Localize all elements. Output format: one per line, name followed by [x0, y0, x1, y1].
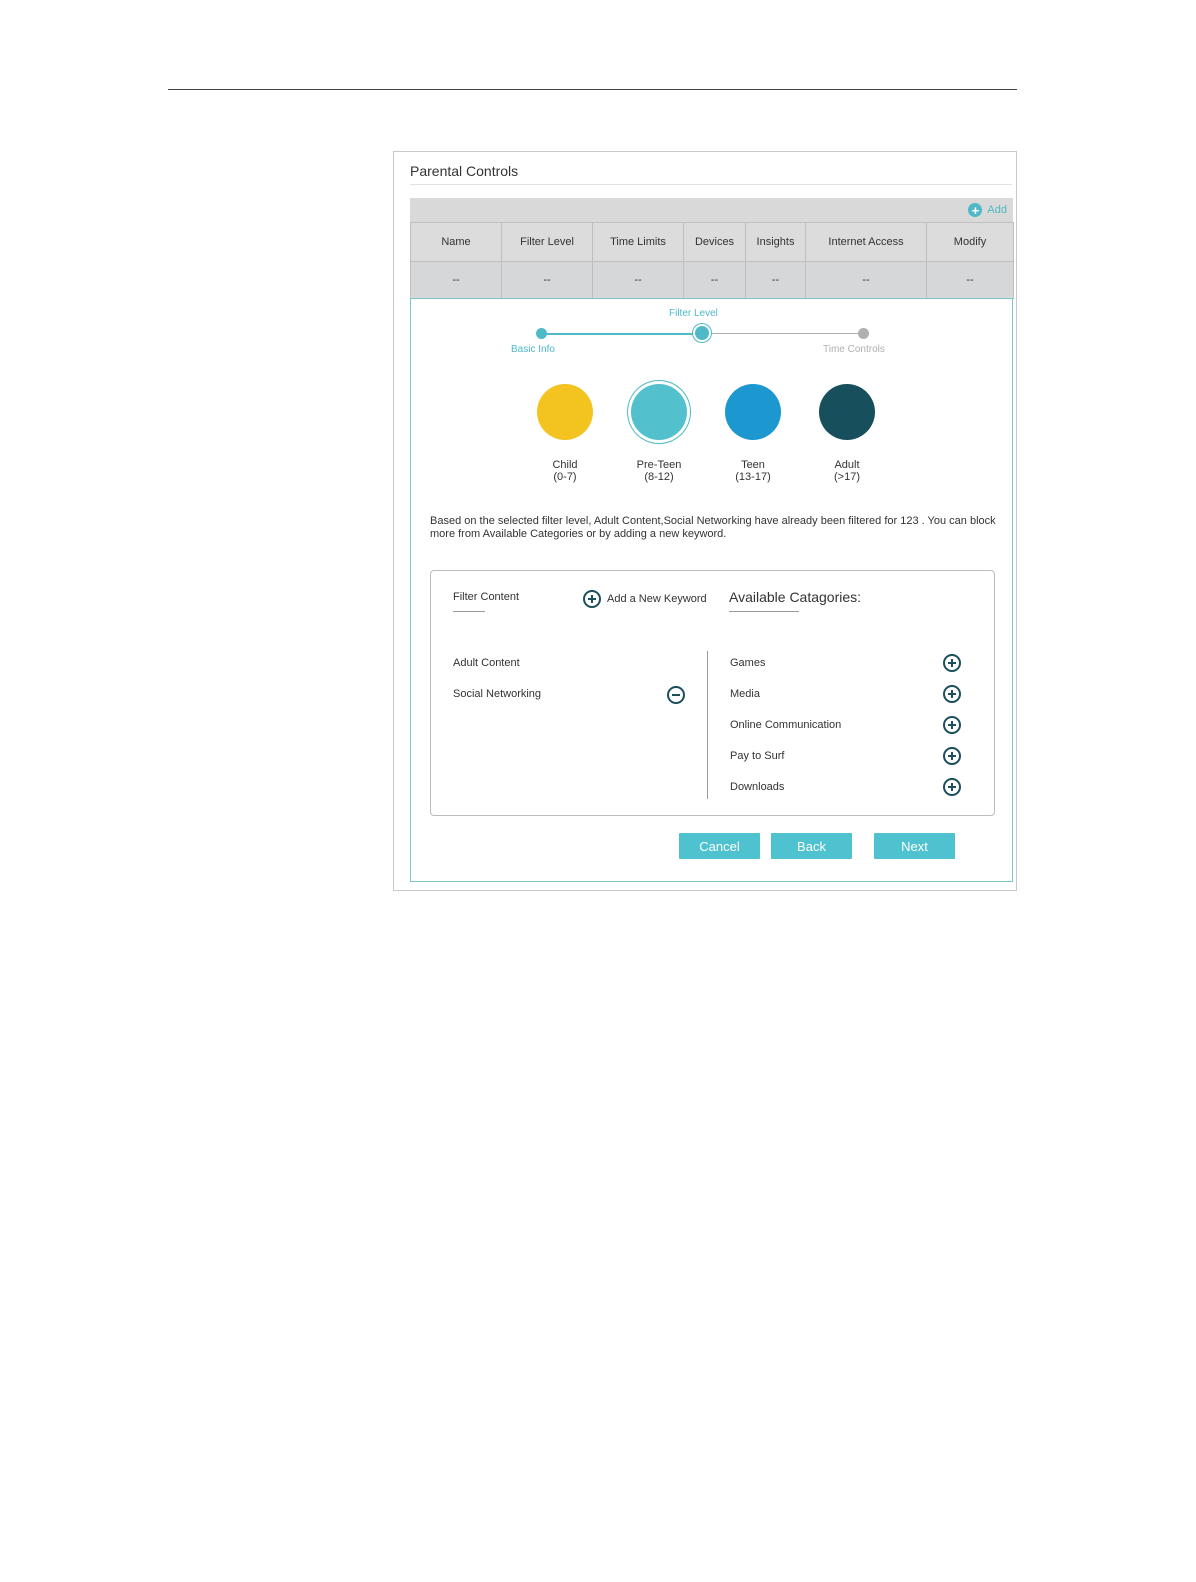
col-devices: Devices — [683, 222, 746, 262]
cell-internet-access: -- — [805, 261, 927, 299]
col-name: Name — [410, 222, 502, 262]
level-name: Teen — [741, 459, 765, 471]
add-online-communication-icon[interactable] — [943, 716, 961, 734]
profiles-table: Name Filter Level Time Limits Devices In… — [410, 222, 1014, 299]
level-age: (8-12) — [644, 471, 674, 483]
cell-name: -- — [410, 261, 502, 299]
category-games: Games — [730, 657, 766, 669]
available-categories-underline — [729, 611, 799, 612]
level-adult[interactable]: Adult (>17) — [807, 384, 887, 483]
col-modify: Modify — [926, 222, 1014, 262]
step-time-controls-label: Time Controls — [823, 344, 885, 355]
next-button[interactable]: Next — [874, 833, 955, 859]
cancel-button[interactable]: Cancel — [679, 833, 760, 859]
step-basic-info-dot — [536, 328, 547, 339]
plus-icon: + — [968, 203, 983, 217]
filter-content-heading: Filter Content — [453, 591, 520, 603]
table-toolbar: + Add — [410, 198, 1013, 222]
level-pre-teen[interactable]: Pre-Teen (8-12) — [619, 384, 699, 483]
level-child-circle[interactable] — [537, 384, 593, 440]
back-button[interactable]: Back — [771, 833, 852, 859]
add-keyword-label: Add a New Keyword — [607, 593, 707, 605]
level-name: Child — [552, 459, 578, 471]
cell-time-limits: -- — [592, 261, 684, 299]
cell-insights: -- — [745, 261, 806, 299]
category-pay-to-surf: Pay to Surf — [730, 750, 785, 762]
category-downloads: Downloads — [730, 781, 785, 793]
add-downloads-icon[interactable] — [943, 778, 961, 796]
parental-controls-panel: Parental Controls + Add Name Filter Leve… — [393, 151, 1017, 891]
col-insights: Insights — [745, 222, 806, 262]
step-filter-level-label: Filter Level — [669, 308, 718, 319]
filtered-item-social-networking: Social Networking — [453, 688, 542, 700]
table-row: -- -- -- -- -- -- -- — [410, 261, 1014, 299]
add-keyword-button[interactable]: Add a New Keyword — [583, 590, 707, 608]
col-time-limits: Time Limits — [592, 222, 684, 262]
filter-description: Based on the selected filter level, Adul… — [430, 515, 996, 540]
filtered-item-adult-content: Adult Content — [453, 657, 520, 669]
level-name: Adult — [834, 459, 860, 471]
col-filter-level: Filter Level — [501, 222, 593, 262]
filter-content-box: Filter Content Add a New Keyword Availab… — [430, 570, 995, 816]
level-age: (13-17) — [735, 471, 771, 483]
step-time-controls-dot — [858, 328, 869, 339]
level-adult-circle[interactable] — [819, 384, 875, 440]
filter-content-underline — [453, 611, 485, 612]
add-media-icon[interactable] — [943, 685, 961, 703]
add-pay-to-surf-icon[interactable] — [943, 747, 961, 765]
profile-wizard: Filter Level Basic Info Time Controls Ch… — [410, 298, 1013, 882]
level-age: (>17) — [834, 471, 860, 483]
column-divider — [707, 651, 708, 799]
cell-devices: -- — [683, 261, 746, 299]
level-teen-circle[interactable] — [725, 384, 781, 440]
cell-modify: -- — [926, 261, 1014, 299]
add-games-icon[interactable] — [943, 654, 961, 672]
step-filter-level-dot — [695, 326, 709, 340]
col-internet-access: Internet Access — [805, 222, 927, 262]
title-divider — [410, 184, 1012, 185]
stepper-remaining-line — [702, 333, 864, 334]
add-circle-icon — [583, 590, 601, 608]
add-label: Add — [987, 204, 1007, 216]
level-teen[interactable]: Teen (13-17) — [713, 384, 793, 483]
available-categories-heading: Available Catagories: — [729, 589, 862, 605]
level-age: (0-7) — [553, 471, 577, 483]
level-child[interactable]: Child (0-7) — [525, 384, 605, 483]
table-header-row: Name Filter Level Time Limits Devices In… — [410, 222, 1014, 262]
remove-circle-icon[interactable] — [667, 686, 685, 704]
page-header-rule — [168, 89, 1017, 90]
cell-filter-level: -- — [501, 261, 593, 299]
category-online-communication: Online Communication — [730, 719, 842, 731]
category-media: Media — [730, 688, 760, 700]
stepper-progress-line — [542, 333, 702, 335]
level-name: Pre-Teen — [636, 459, 682, 471]
step-basic-info-label: Basic Info — [511, 344, 555, 355]
level-pre-teen-circle[interactable] — [631, 384, 687, 440]
panel-title: Parental Controls — [410, 163, 519, 179]
add-button[interactable]: + Add — [968, 198, 1007, 222]
